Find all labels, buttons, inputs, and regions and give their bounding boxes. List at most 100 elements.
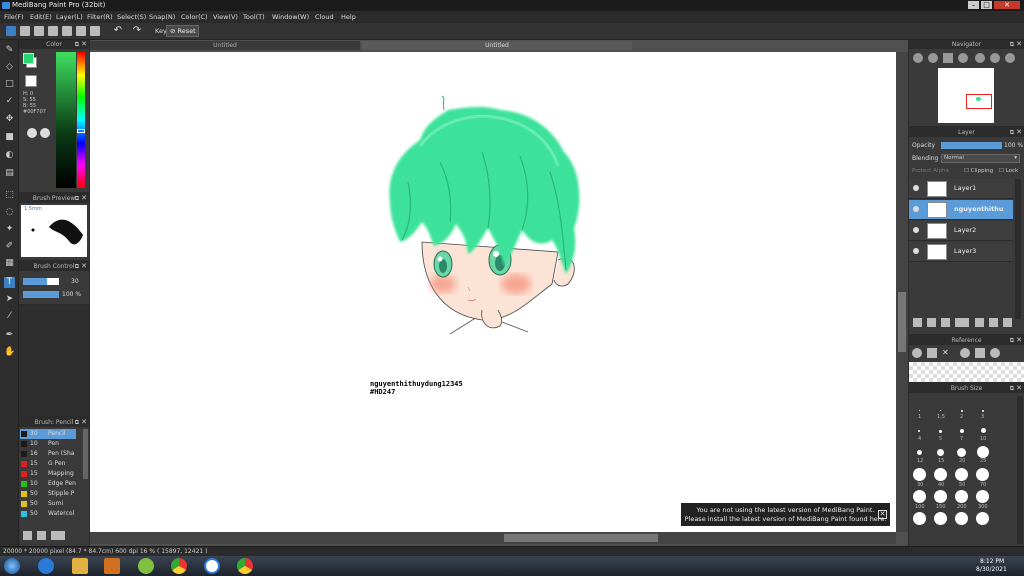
- gradient-tool-icon[interactable]: ▤: [4, 168, 15, 179]
- size-dot-200[interactable]: [955, 490, 968, 503]
- size-dot-150[interactable]: [934, 490, 947, 503]
- add-brush-icon[interactable]: [23, 531, 32, 540]
- duplicate-layer-icon[interactable]: [941, 318, 950, 327]
- close-icon[interactable]: ✕: [1016, 384, 1022, 393]
- maximize-button[interactable]: □: [981, 1, 992, 9]
- size-dot-3[interactable]: [982, 410, 984, 412]
- eye-icon[interactable]: [913, 248, 919, 254]
- hue-slider[interactable]: [77, 52, 85, 188]
- shape-tool-icon[interactable]: □: [4, 79, 15, 90]
- zalo-icon[interactable]: [204, 558, 220, 574]
- close-icon[interactable]: ✕: [81, 262, 87, 271]
- brush-tool-icon[interactable]: ✎: [4, 45, 15, 56]
- size-dot-70[interactable]: [976, 468, 989, 481]
- reference-folder-icon[interactable]: [927, 348, 937, 358]
- close-icon[interactable]: ✕: [81, 40, 87, 49]
- eye-icon[interactable]: [913, 227, 919, 233]
- menu-color[interactable]: Color(C): [181, 13, 208, 21]
- move-tool-icon[interactable]: ✥: [4, 114, 15, 125]
- redo-icon[interactable]: ↷: [132, 26, 142, 36]
- new-file-icon[interactable]: [20, 26, 30, 36]
- dropper-icon[interactable]: ✒: [4, 330, 15, 341]
- size-dot-50[interactable]: [955, 468, 968, 481]
- brush-settings-icon[interactable]: [51, 531, 65, 540]
- foreground-color-swatch[interactable]: [23, 53, 34, 64]
- menu-edit[interactable]: Edit(E): [30, 13, 52, 21]
- size-dot-1-5[interactable]: [940, 410, 941, 411]
- fill-rect-tool-icon[interactable]: ■: [4, 132, 15, 143]
- size-dot-1[interactable]: [919, 410, 920, 411]
- brush-opacity-slider[interactable]: [23, 291, 59, 298]
- select-tool-icon[interactable]: ⬚: [4, 190, 15, 201]
- lasso-tool-icon[interactable]: ◌: [4, 207, 15, 218]
- panel-icon[interactable]: [76, 26, 86, 36]
- new-halftone-layer-icon[interactable]: [927, 318, 936, 327]
- close-icon[interactable]: ✕: [1016, 128, 1022, 137]
- menu-tool[interactable]: Tool(T): [243, 13, 265, 21]
- brush-item-edge-pen[interactable]: 10 Edge Pen: [20, 479, 76, 489]
- size-dot-extra-4[interactable]: [976, 512, 989, 525]
- fit-icon[interactable]: [943, 53, 953, 63]
- eyedropper-tool-icon[interactable]: ⁄: [4, 311, 15, 322]
- eye-icon[interactable]: [913, 206, 919, 212]
- size-dot-100[interactable]: [913, 490, 926, 503]
- size-dot-extra-2[interactable]: [934, 512, 947, 525]
- size-dot-4[interactable]: [918, 430, 920, 432]
- folder-icon[interactable]: [975, 318, 984, 327]
- layer-opacity-slider[interactable]: [941, 142, 1002, 149]
- media-player-icon[interactable]: [104, 558, 120, 574]
- brush-item-stipple[interactable]: 50 Stipple P: [20, 489, 76, 499]
- color-value-strip[interactable]: [56, 52, 76, 188]
- drawing-canvas[interactable]: nguyenthithuydung12345 #HD247: [90, 52, 896, 532]
- close-icon[interactable]: ✕: [1016, 40, 1022, 49]
- update-notice[interactable]: You are not using the latest version of …: [681, 503, 890, 526]
- start-icon[interactable]: [4, 558, 20, 574]
- transparent-swatch[interactable]: [25, 75, 37, 87]
- size-dot-30[interactable]: [913, 468, 926, 481]
- menu-snap[interactable]: Snap(N): [149, 13, 175, 21]
- reset-button[interactable]: ⊘ Reset: [166, 25, 199, 37]
- merge-down-icon[interactable]: [989, 318, 998, 327]
- brush-item-pen-shading[interactable]: 16 Pen (Sha: [20, 449, 76, 459]
- blending-select[interactable]: Normal ▾: [941, 154, 1020, 163]
- size-dot-12[interactable]: [917, 450, 922, 455]
- close-icon[interactable]: ✕: [81, 418, 87, 427]
- app-icon-green[interactable]: [138, 558, 154, 574]
- layer-row-nguyenthithu[interactable]: nguyenthithu: [909, 200, 1013, 220]
- hue-slider-handle[interactable]: [77, 129, 85, 133]
- size-dot-15[interactable]: [937, 449, 944, 456]
- horizontal-scroll-thumb[interactable]: [504, 534, 658, 542]
- divide-tool-icon[interactable]: ▦: [4, 258, 15, 269]
- menu-window[interactable]: Window(W): [272, 13, 309, 21]
- medibang-icon[interactable]: [237, 558, 253, 574]
- new-layer-icon[interactable]: [913, 318, 922, 327]
- close-button[interactable]: ✕: [994, 1, 1020, 9]
- select-pen-icon[interactable]: ✐: [4, 241, 15, 252]
- layer-menu-icon[interactable]: [955, 318, 969, 327]
- tab-untitled-2[interactable]: Untitled: [362, 41, 632, 50]
- size-dot-7[interactable]: [960, 429, 964, 433]
- menu-filter[interactable]: Filter(R): [87, 13, 113, 21]
- menu-cloud[interactable]: Cloud: [315, 13, 334, 21]
- notice-close-icon[interactable]: ✕: [878, 510, 887, 519]
- brush-item-mapping[interactable]: 15 Mapping: [20, 469, 76, 479]
- layer-row-layer3[interactable]: Layer3: [909, 242, 1013, 262]
- cloud-icon[interactable]: [6, 26, 16, 36]
- reference-open-icon[interactable]: [912, 348, 922, 358]
- horizontal-scrollbar[interactable]: [90, 532, 896, 544]
- magic-wand-icon[interactable]: ✦: [4, 224, 15, 235]
- zoom-out-icon[interactable]: [928, 53, 938, 63]
- chat-icon[interactable]: [34, 26, 44, 36]
- undo-icon[interactable]: ↶: [113, 26, 123, 36]
- zoom-in-icon[interactable]: [913, 53, 923, 63]
- palette-icon[interactable]: [27, 128, 37, 138]
- reference-zoom-out-icon[interactable]: [990, 348, 1000, 358]
- close-icon[interactable]: ✕: [1016, 336, 1022, 345]
- save-icon[interactable]: [48, 26, 58, 36]
- layer-row-layer2[interactable]: Layer2: [909, 221, 1013, 241]
- menu-layer[interactable]: Layer(L): [56, 13, 83, 21]
- lock-checkbox[interactable]: ☐ Lock: [999, 168, 1018, 174]
- internet-explorer-icon[interactable]: [38, 558, 54, 574]
- rotate-left-icon[interactable]: [975, 53, 985, 63]
- size-dot-5[interactable]: [939, 430, 942, 433]
